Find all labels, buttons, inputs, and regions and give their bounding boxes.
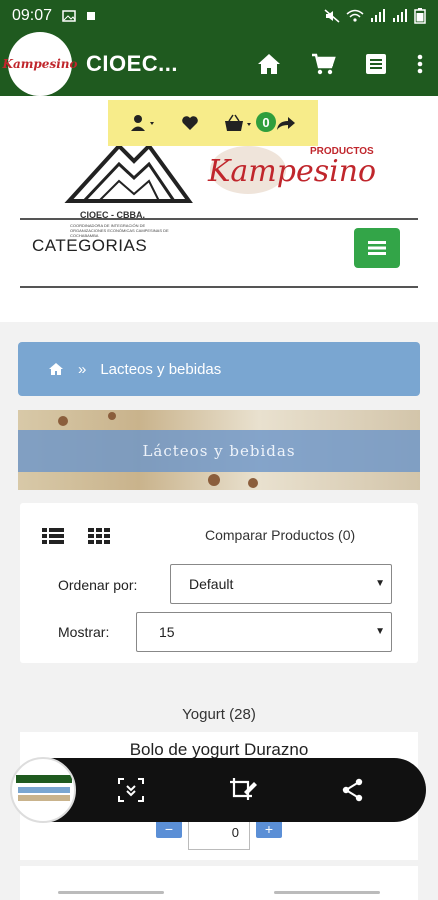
breadcrumb: » Lacteos y bebidas <box>18 342 420 396</box>
show-select[interactable]: 15 ▼ <box>136 612 392 652</box>
list-view-icon[interactable] <box>42 527 64 545</box>
user-toolbar: 0 <box>108 100 318 146</box>
notification-icon <box>87 12 96 20</box>
sort-select[interactable]: Default ▼ <box>170 564 392 604</box>
app-bar: Kampesino CIOEC... <box>0 32 438 96</box>
user-icon[interactable] <box>130 114 158 132</box>
thumbnail-part <box>18 787 70 793</box>
share-forward-icon[interactable] <box>276 115 296 131</box>
caret-down-icon: ▼ <box>375 578 385 589</box>
wifi-icon <box>346 9 364 22</box>
banner-decoration <box>108 412 116 420</box>
signal-icon <box>371 9 385 22</box>
screenshot-thumbnail[interactable] <box>10 757 76 823</box>
cioec-logo <box>64 142 193 203</box>
app-title: CIOEC... <box>86 51 179 76</box>
banner-title: Lácteos y bebidas <box>142 442 296 460</box>
battery-icon <box>414 8 426 24</box>
breadcrumb-current[interactable]: Lacteos y bebidas <box>100 361 221 378</box>
cart-count-badge: 0 <box>256 112 276 132</box>
more-vert-icon[interactable] <box>416 52 424 76</box>
filter-panel: Comparar Productos (0) Ordenar por: Defa… <box>20 503 418 663</box>
crop-edit-icon[interactable] <box>228 776 258 804</box>
nav-gesture-bar <box>58 891 164 894</box>
sort-label: Ordenar por: <box>58 577 138 593</box>
brand-logos: CIOEC - CBBA. COORDINADORA DE INTEGRACIÓ… <box>60 136 390 246</box>
banner-decoration <box>208 474 220 486</box>
show-label: Mostrar: <box>58 624 110 640</box>
categories-menu-button[interactable] <box>354 228 400 268</box>
home-icon[interactable] <box>256 52 282 76</box>
grid-view-icon[interactable] <box>88 527 110 545</box>
scroll-capture-icon[interactable] <box>117 777 145 803</box>
breadcrumb-separator: » <box>78 360 87 378</box>
sort-value: Default <box>189 576 234 592</box>
basket-icon[interactable] <box>223 114 253 132</box>
mute-icon <box>324 9 340 23</box>
divider <box>20 286 418 288</box>
share-icon[interactable] <box>341 778 365 802</box>
gallery-icon <box>62 10 76 22</box>
categories-title: CATEGORIAS <box>32 236 148 255</box>
product-name[interactable]: Bolo de yogurt Durazno <box>20 740 418 760</box>
banner-decoration <box>58 416 68 426</box>
show-value: 15 <box>159 624 175 640</box>
heart-icon[interactable] <box>181 115 199 131</box>
quantity-minus-button[interactable]: − <box>156 820 182 838</box>
quantity-plus-button[interactable]: + <box>256 820 282 838</box>
screenshot-toolbar <box>10 757 426 823</box>
app-logo[interactable]: Kampesino <box>3 32 78 96</box>
nav-gesture-bar <box>274 891 380 894</box>
kampesino-logo-text: Kampesino <box>208 154 377 189</box>
app-logo-text: Kampesino <box>2 57 78 71</box>
category-banner: Lácteos y bebidas <box>18 410 420 490</box>
product-card <box>20 866 418 900</box>
product-group-label: Yogurt (28) <box>182 706 256 723</box>
banner-decoration <box>248 478 258 488</box>
caret-down-icon: ▼ <box>375 626 385 637</box>
divider <box>20 218 418 220</box>
hamburger-icon <box>368 241 386 255</box>
banner-title-bar: Lácteos y bebidas <box>18 430 420 472</box>
cart-icon[interactable] <box>310 52 336 76</box>
status-time: 09:07 <box>12 7 53 24</box>
thumbnail-part <box>16 775 72 783</box>
signal-icon-2 <box>393 9 407 22</box>
list-icon[interactable] <box>364 52 388 76</box>
compare-products-link[interactable]: Comparar Productos (0) <box>205 527 355 543</box>
status-bar: 09:07 <box>0 0 438 32</box>
thumbnail-part <box>18 795 70 801</box>
home-icon[interactable] <box>48 362 64 376</box>
